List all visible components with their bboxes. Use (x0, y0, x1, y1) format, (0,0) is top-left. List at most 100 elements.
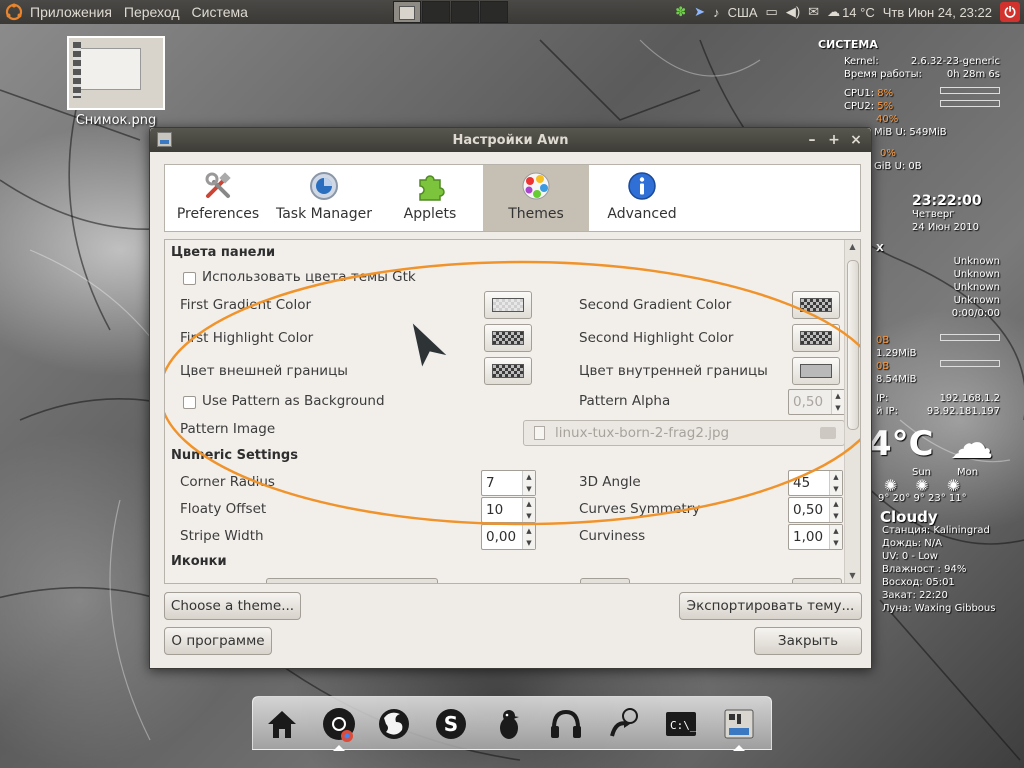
3d-angle-arrows-icon[interactable]: ▲ ▼ (829, 471, 842, 495)
first-highlight-color-button[interactable] (484, 324, 532, 352)
terminal-icon[interactable]: C:\_ (660, 703, 702, 745)
clock[interactable]: Чтв Июн 24, 23:22 (883, 5, 992, 20)
skype-icon[interactable]: S (430, 703, 472, 745)
stripe-width-spinner[interactable]: 0,00 ▲ ▼ (481, 524, 536, 550)
upload-bar (940, 360, 1000, 367)
workspace-1[interactable] (393, 1, 421, 23)
tab-task-manager[interactable]: Task Manager (271, 165, 377, 231)
scroll-down-icon[interactable]: ▼ (845, 569, 860, 583)
curviness-spinner[interactable]: 1,00 ▲ ▼ (788, 524, 843, 550)
menu-applications[interactable]: Приложения (30, 4, 112, 20)
network-icon[interactable] (603, 703, 645, 745)
tab-themes[interactable]: Themes (483, 165, 589, 231)
firefox-icon[interactable] (373, 703, 415, 745)
tab-applets[interactable]: Applets (377, 165, 483, 231)
scrollbar-thumb[interactable] (847, 260, 859, 430)
second-gradient-color-button[interactable] (792, 291, 840, 319)
close-button[interactable]: Закрыть (754, 627, 862, 655)
gtk-colors-checkbox[interactable] (183, 272, 196, 285)
inner-border-color-button[interactable] (792, 357, 840, 385)
power-icon[interactable]: ⏻ (1000, 2, 1020, 22)
corner-radius-arrows-icon[interactable]: ▲ ▼ (522, 471, 535, 495)
stripe-width-arrows-icon[interactable]: ▲ ▼ (522, 525, 535, 549)
weather-temp[interactable]: 14 °C (842, 5, 875, 20)
menu-system[interactable]: Система (192, 4, 248, 20)
net-traffic: 0:00/0:00 (951, 308, 1000, 319)
scroll-up-icon[interactable]: ▲ (845, 240, 860, 254)
local-ip-label: IP: (876, 393, 889, 404)
about-button[interactable]: О программе (164, 627, 272, 655)
uptime-label: Время работы: (844, 69, 922, 80)
pattern-alpha-arrows-icon[interactable]: ▲ ▼ (831, 390, 844, 414)
workspace-4[interactable] (480, 1, 508, 23)
weather-cloud-icon[interactable]: ☁ (827, 4, 840, 20)
curves-symmetry-arrows-icon[interactable]: ▲ ▼ (829, 498, 842, 522)
icons-control-partial-1[interactable] (580, 578, 630, 583)
guitar-icon[interactable]: ♪ (713, 5, 720, 20)
awn-settings-icon[interactable] (718, 703, 760, 751)
3d-angle-spinner[interactable]: 45 ▲ ▼ (788, 470, 843, 496)
second-highlight-color-button[interactable] (792, 324, 840, 352)
cursor-icon[interactable]: ➤ (694, 4, 705, 20)
kernel-value: 2.6.32-23-generic (910, 56, 1000, 67)
cpu1-label: CPU1: (844, 88, 875, 99)
section-icons: Иконки (171, 554, 227, 569)
maximize-icon[interactable]: + (825, 131, 843, 149)
puzzle-icon (414, 170, 446, 202)
chrome-icon[interactable] (318, 703, 360, 751)
section-numeric-settings: Numeric Settings (171, 448, 298, 463)
pattern-image-label: Pattern Image (180, 421, 276, 437)
window-app-icon[interactable] (157, 132, 172, 147)
tab-advanced-label: Advanced (607, 206, 677, 222)
tab-advanced[interactable]: Advanced (589, 165, 695, 231)
pidgin-icon[interactable] (488, 703, 530, 745)
tools-icon (202, 170, 234, 202)
first-gradient-color-button[interactable] (484, 291, 532, 319)
outer-border-color-button[interactable] (484, 357, 532, 385)
awn-dock: S C:\_ (252, 696, 772, 751)
window-title: Настройки Awn (452, 132, 569, 148)
curviness-arrows-icon[interactable]: ▲ ▼ (829, 525, 842, 549)
pattern-alpha-label: Pattern Alpha (579, 393, 671, 409)
floaty-offset-spinner[interactable]: 10 ▲ ▼ (481, 497, 536, 523)
flower-icon[interactable]: ✽ (675, 4, 686, 20)
keyboard-layout[interactable]: США (728, 5, 758, 20)
content-scrollbar[interactable]: ▲ ▼ (844, 240, 860, 583)
mouse-cursor-icon (411, 320, 450, 370)
window-titlebar[interactable]: Настройки Awn – + × (150, 128, 871, 152)
first-highlight-label: First Highlight Color (180, 330, 314, 346)
inner-border-label: Цвет внутренней границы (579, 363, 768, 379)
mail-icon[interactable]: ✉ (808, 4, 819, 20)
tab-preferences[interactable]: Preferences (165, 165, 271, 231)
close-icon[interactable]: × (847, 131, 865, 149)
display-icon[interactable]: ▭ (766, 4, 778, 20)
pattern-background-checkbox[interactable] (183, 396, 196, 409)
volume-icon[interactable]: ◀) (786, 4, 800, 20)
cpu1-bar (940, 87, 1000, 94)
curves-symmetry-value: 0,50 (793, 502, 824, 518)
floaty-offset-arrows-icon[interactable]: ▲ ▼ (522, 498, 535, 522)
curves-symmetry-spinner[interactable]: 0,50 ▲ ▼ (788, 497, 843, 523)
menu-places[interactable]: Переход (124, 4, 180, 20)
corner-radius-spinner[interactable]: 7 ▲ ▼ (481, 470, 536, 496)
desktop-file-icon[interactable]: Снимок.png (66, 36, 166, 128)
gtk-colors-label: Использовать цвета темы Gtk (202, 269, 416, 285)
home-icon[interactable] (261, 703, 303, 745)
workspace-2[interactable] (422, 1, 450, 23)
choose-theme-button[interactable]: Choose a theme... (164, 592, 301, 620)
net-unknown-1: Unknown (953, 256, 1000, 267)
icons-control-partial-2[interactable] (792, 578, 842, 583)
minimize-icon[interactable]: – (803, 131, 821, 149)
icons-combo-partial[interactable] (266, 578, 438, 583)
kernel-label: Kernel: (844, 56, 879, 67)
net-unknown-4: Unknown (953, 295, 1000, 306)
headphones-icon[interactable] (545, 703, 587, 745)
ram-percent: 40% (876, 114, 899, 125)
pattern-alpha-spinner[interactable]: 0,50 ▲ ▼ (788, 389, 845, 415)
weather-cloud-big-icon: ☁ (949, 418, 994, 469)
workspace-3[interactable] (451, 1, 479, 23)
export-theme-button[interactable]: Экспортировать тему... (679, 592, 862, 620)
first-gradient-label: First Gradient Color (180, 297, 311, 313)
pattern-image-chooser[interactable]: linux-tux-born-2-frag2.jpg (523, 420, 845, 446)
ubuntu-logo-icon[interactable] (4, 2, 24, 22)
